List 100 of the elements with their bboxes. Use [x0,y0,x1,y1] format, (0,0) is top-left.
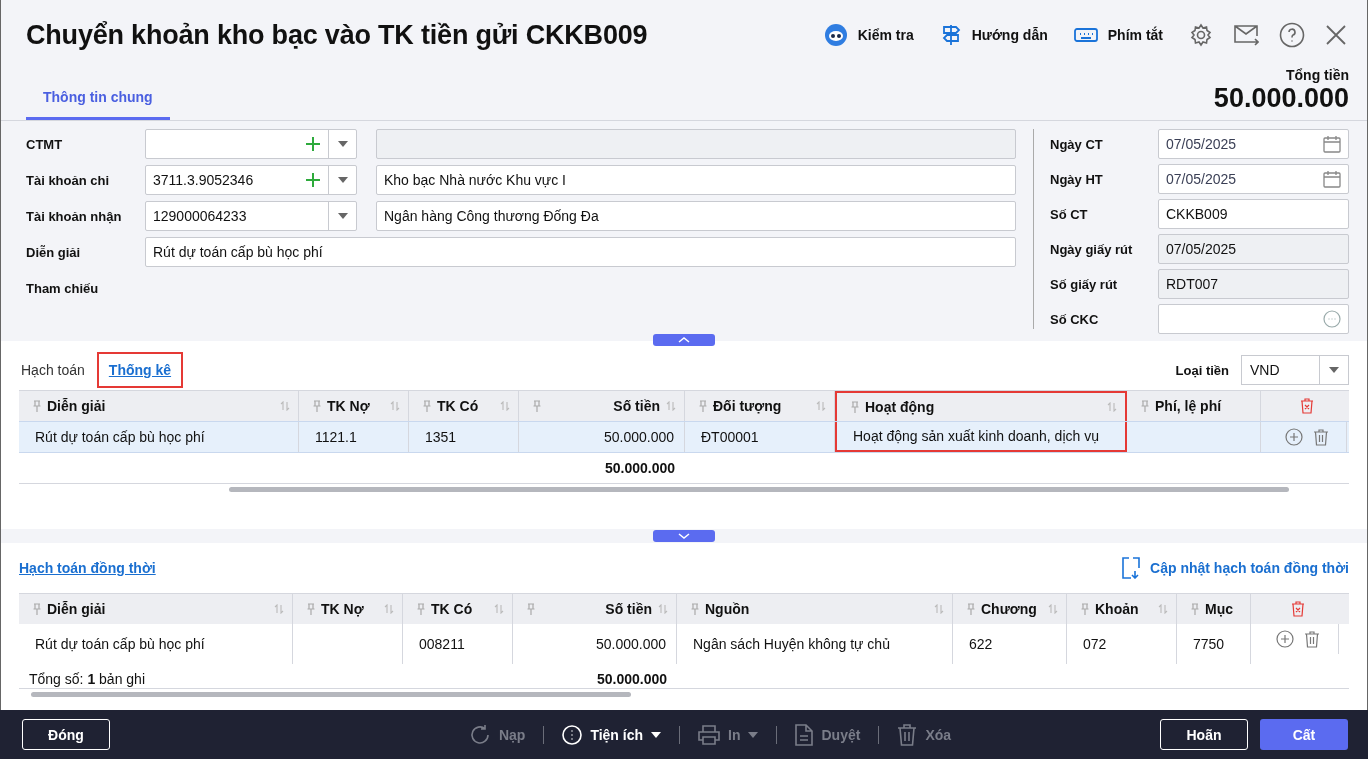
tab[interactable]: Hạch toán [19,352,97,388]
pin-icon[interactable] [1141,400,1149,412]
mail-send-icon[interactable] [1233,23,1259,47]
footer-action[interactable]: Tiện ích [562,724,662,745]
caret-icon[interactable] [337,177,348,183]
column-header[interactable]: Nguồn [677,594,953,624]
robot-icon [823,23,848,47]
table-cell: 008211 [403,624,513,664]
printer-icon [698,724,721,745]
column-header[interactable]: Khoản [1067,594,1177,624]
toolbar-button[interactable]: Phím tắt [1073,27,1163,43]
calendar-icon[interactable] [1323,170,1341,188]
total-amount: 50.000.000 [1213,83,1349,114]
pin-icon[interactable] [691,603,699,615]
pin-icon[interactable] [33,400,41,412]
toolbar-button[interactable]: Hướng dẫn [939,23,1048,47]
tab[interactable]: Thống kê [96,352,184,388]
pin-icon[interactable] [33,603,41,615]
field-label: Số giấy rút [1050,276,1119,292]
pin-icon[interactable] [423,400,431,412]
column-header[interactable]: TK Có [403,594,513,624]
input-field[interactable]: 07/05/2025 [1158,164,1349,194]
help-icon[interactable] [1279,22,1305,48]
table-cell: 622 [953,624,1067,664]
sort-icon[interactable] [384,604,394,614]
pin-icon[interactable] [307,603,315,615]
calendar-icon[interactable] [1323,135,1341,153]
field-label: Ngày CT [1050,136,1104,152]
trash-icon[interactable] [1303,630,1320,648]
pin-icon[interactable] [527,603,535,615]
delete-all-icon[interactable] [1300,398,1314,414]
postpone-button[interactable]: Hoãn [1160,719,1248,750]
add-icon[interactable] [1275,630,1294,648]
add-icon[interactable] [1284,428,1303,446]
tab[interactable]: Thông tin chung [26,89,170,120]
field-label: Diễn giải [26,244,82,260]
scrollbar[interactable] [19,688,1349,699]
table-row[interactable]: Rút dự toán cấp bù học phí 008211 50.000.000 Ngân sách Huyện không tự chủ 622 072 7750 [19,624,1349,664]
input-field[interactable] [1158,304,1349,334]
table-cell: ĐT00001 [685,422,835,452]
pin-icon[interactable] [417,603,425,615]
save-button[interactable]: Cất [1260,719,1348,750]
settings-icon[interactable] [1189,23,1213,47]
table-cell: 50.000.000 [519,422,685,452]
pin-icon[interactable] [533,400,541,412]
sort-icon[interactable] [500,401,510,411]
field-label: Ngày HT [1050,171,1104,187]
pin-icon[interactable] [699,400,707,412]
column-header[interactable]: Chương [953,594,1067,624]
total-label: Tổng tiền [1286,67,1349,83]
delete-all-icon[interactable] [1291,601,1305,617]
close-button[interactable]: Đóng [22,719,110,750]
collapse-handle[interactable] [653,334,715,346]
pin-icon[interactable] [313,400,321,412]
sort-icon[interactable] [280,401,290,411]
input-field[interactable]: 07/05/2025 [1158,129,1349,159]
column-header[interactable]: Số tiền [513,594,677,624]
caret-icon[interactable] [337,141,348,147]
sort-icon[interactable] [658,604,668,614]
combo-field[interactable]: 129000064233 [145,201,357,231]
combo-field[interactable]: 3711.3.9052346 [145,165,357,195]
trash-icon[interactable] [1312,428,1329,446]
table-cell: 1351 [409,422,519,452]
pin-icon[interactable] [967,603,975,615]
table-row[interactable]: Rút dự toán cấp bù học phí 1121.1 1351 50.000.000 ĐT00001 Hoạt động sản xuất kinh doanh, dịch vụ [19,421,1349,453]
column-header[interactable]: Diễn giải [19,594,293,624]
input-field[interactable]: CKKB009 [1158,199,1349,229]
caret-icon[interactable] [1329,367,1339,373]
sort-icon[interactable] [494,604,504,614]
input-field[interactable]: Kho bạc Nhà nước Khu vực I [376,165,1016,195]
sort-icon[interactable] [934,604,944,614]
plus-icon[interactable] [306,137,320,151]
sort-icon[interactable] [274,604,284,614]
pin-icon[interactable] [1191,603,1199,615]
column-header[interactable]: Mục [1177,594,1251,624]
sort-icon[interactable] [1158,604,1168,614]
caret-icon[interactable] [337,213,348,219]
more-icon[interactable] [1323,310,1341,328]
section-link[interactable]: Hạch toán đồng thời [19,560,156,576]
trash-icon [897,723,918,746]
expand-handle[interactable] [653,530,715,542]
sort-icon[interactable] [1107,402,1117,412]
keyboard-icon [1073,27,1098,43]
sort-icon[interactable] [1048,604,1058,614]
sort-icon[interactable] [390,401,400,411]
sort-icon[interactable] [666,401,676,411]
pin-icon[interactable] [1081,603,1089,615]
column-header[interactable]: TK Nợ [293,594,403,624]
field-label: Tài khoản nhận [26,208,123,224]
close-icon[interactable] [1325,24,1347,46]
sort-icon[interactable] [816,401,826,411]
plus-icon[interactable] [306,173,320,187]
currency-select[interactable]: VND [1241,355,1349,385]
input-field[interactable]: Ngân hàng Công thương Đống Đa [376,201,1016,231]
update-button[interactable]: Cập nhật hạch toán đồng thời [1122,557,1349,579]
caret-icon [651,731,662,738]
pin-icon[interactable] [851,401,859,413]
input-field[interactable]: Rút dự toán cấp bù học phí [145,237,1016,267]
toolbar-button[interactable]: Kiểm tra [823,23,914,47]
combo-field[interactable] [145,129,357,159]
